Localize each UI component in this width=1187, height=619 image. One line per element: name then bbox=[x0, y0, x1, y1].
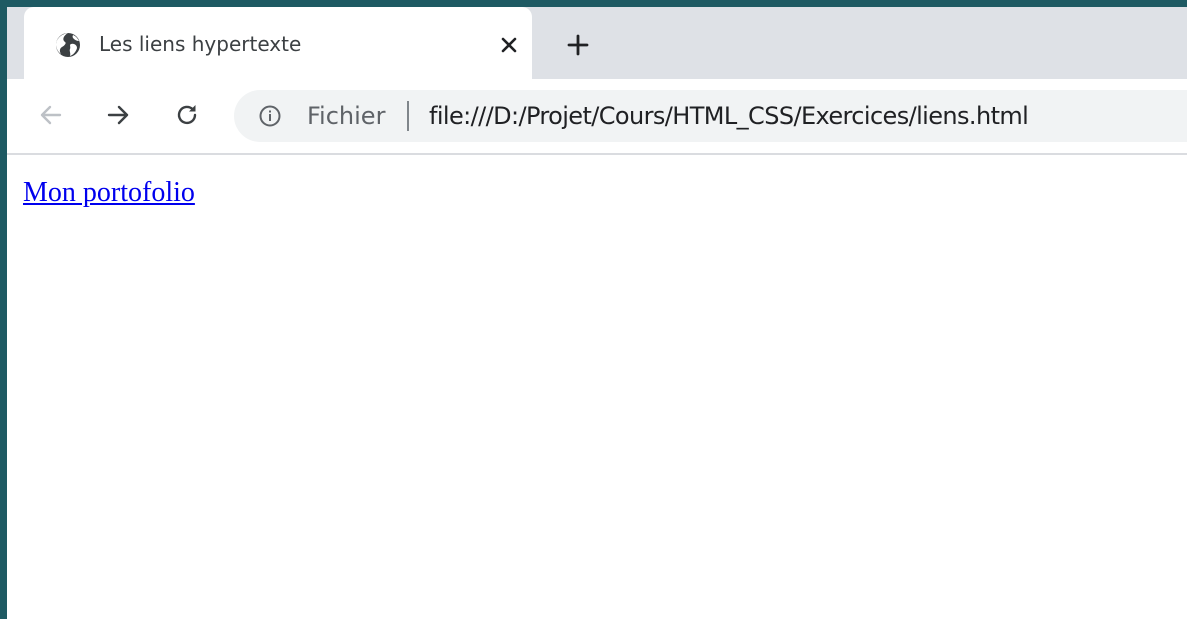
arrow-left-icon[interactable] bbox=[35, 99, 67, 131]
arrow-right-icon[interactable] bbox=[102, 99, 134, 131]
close-icon[interactable] bbox=[494, 30, 524, 60]
tab-title: Les liens hypertexte bbox=[99, 32, 302, 56]
reload-icon[interactable] bbox=[171, 99, 203, 131]
address-bar[interactable]: Fichier file:///D:/Projet/Cours/HTML_CSS… bbox=[234, 90, 1187, 142]
omnibox-divider bbox=[407, 101, 409, 131]
active-tab[interactable]: Les liens hypertexte bbox=[24, 7, 532, 79]
tab-strip: Les liens hypertexte bbox=[7, 7, 1187, 79]
globe-icon bbox=[56, 33, 80, 57]
plus-icon[interactable] bbox=[563, 30, 593, 60]
browser-window: Les liens hypertexte Fichier file:///D:/… bbox=[7, 7, 1187, 619]
portfolio-link[interactable]: Mon portofolio bbox=[23, 177, 195, 209]
page-content: Mon portofolio bbox=[7, 155, 1187, 619]
url-text[interactable]: file:///D:/Projet/Cours/HTML_CSS/Exercic… bbox=[429, 100, 1029, 132]
security-label[interactable]: Fichier bbox=[307, 100, 385, 132]
info-icon[interactable] bbox=[258, 104, 282, 128]
toolbar: Fichier file:///D:/Projet/Cours/HTML_CSS… bbox=[7, 79, 1187, 155]
